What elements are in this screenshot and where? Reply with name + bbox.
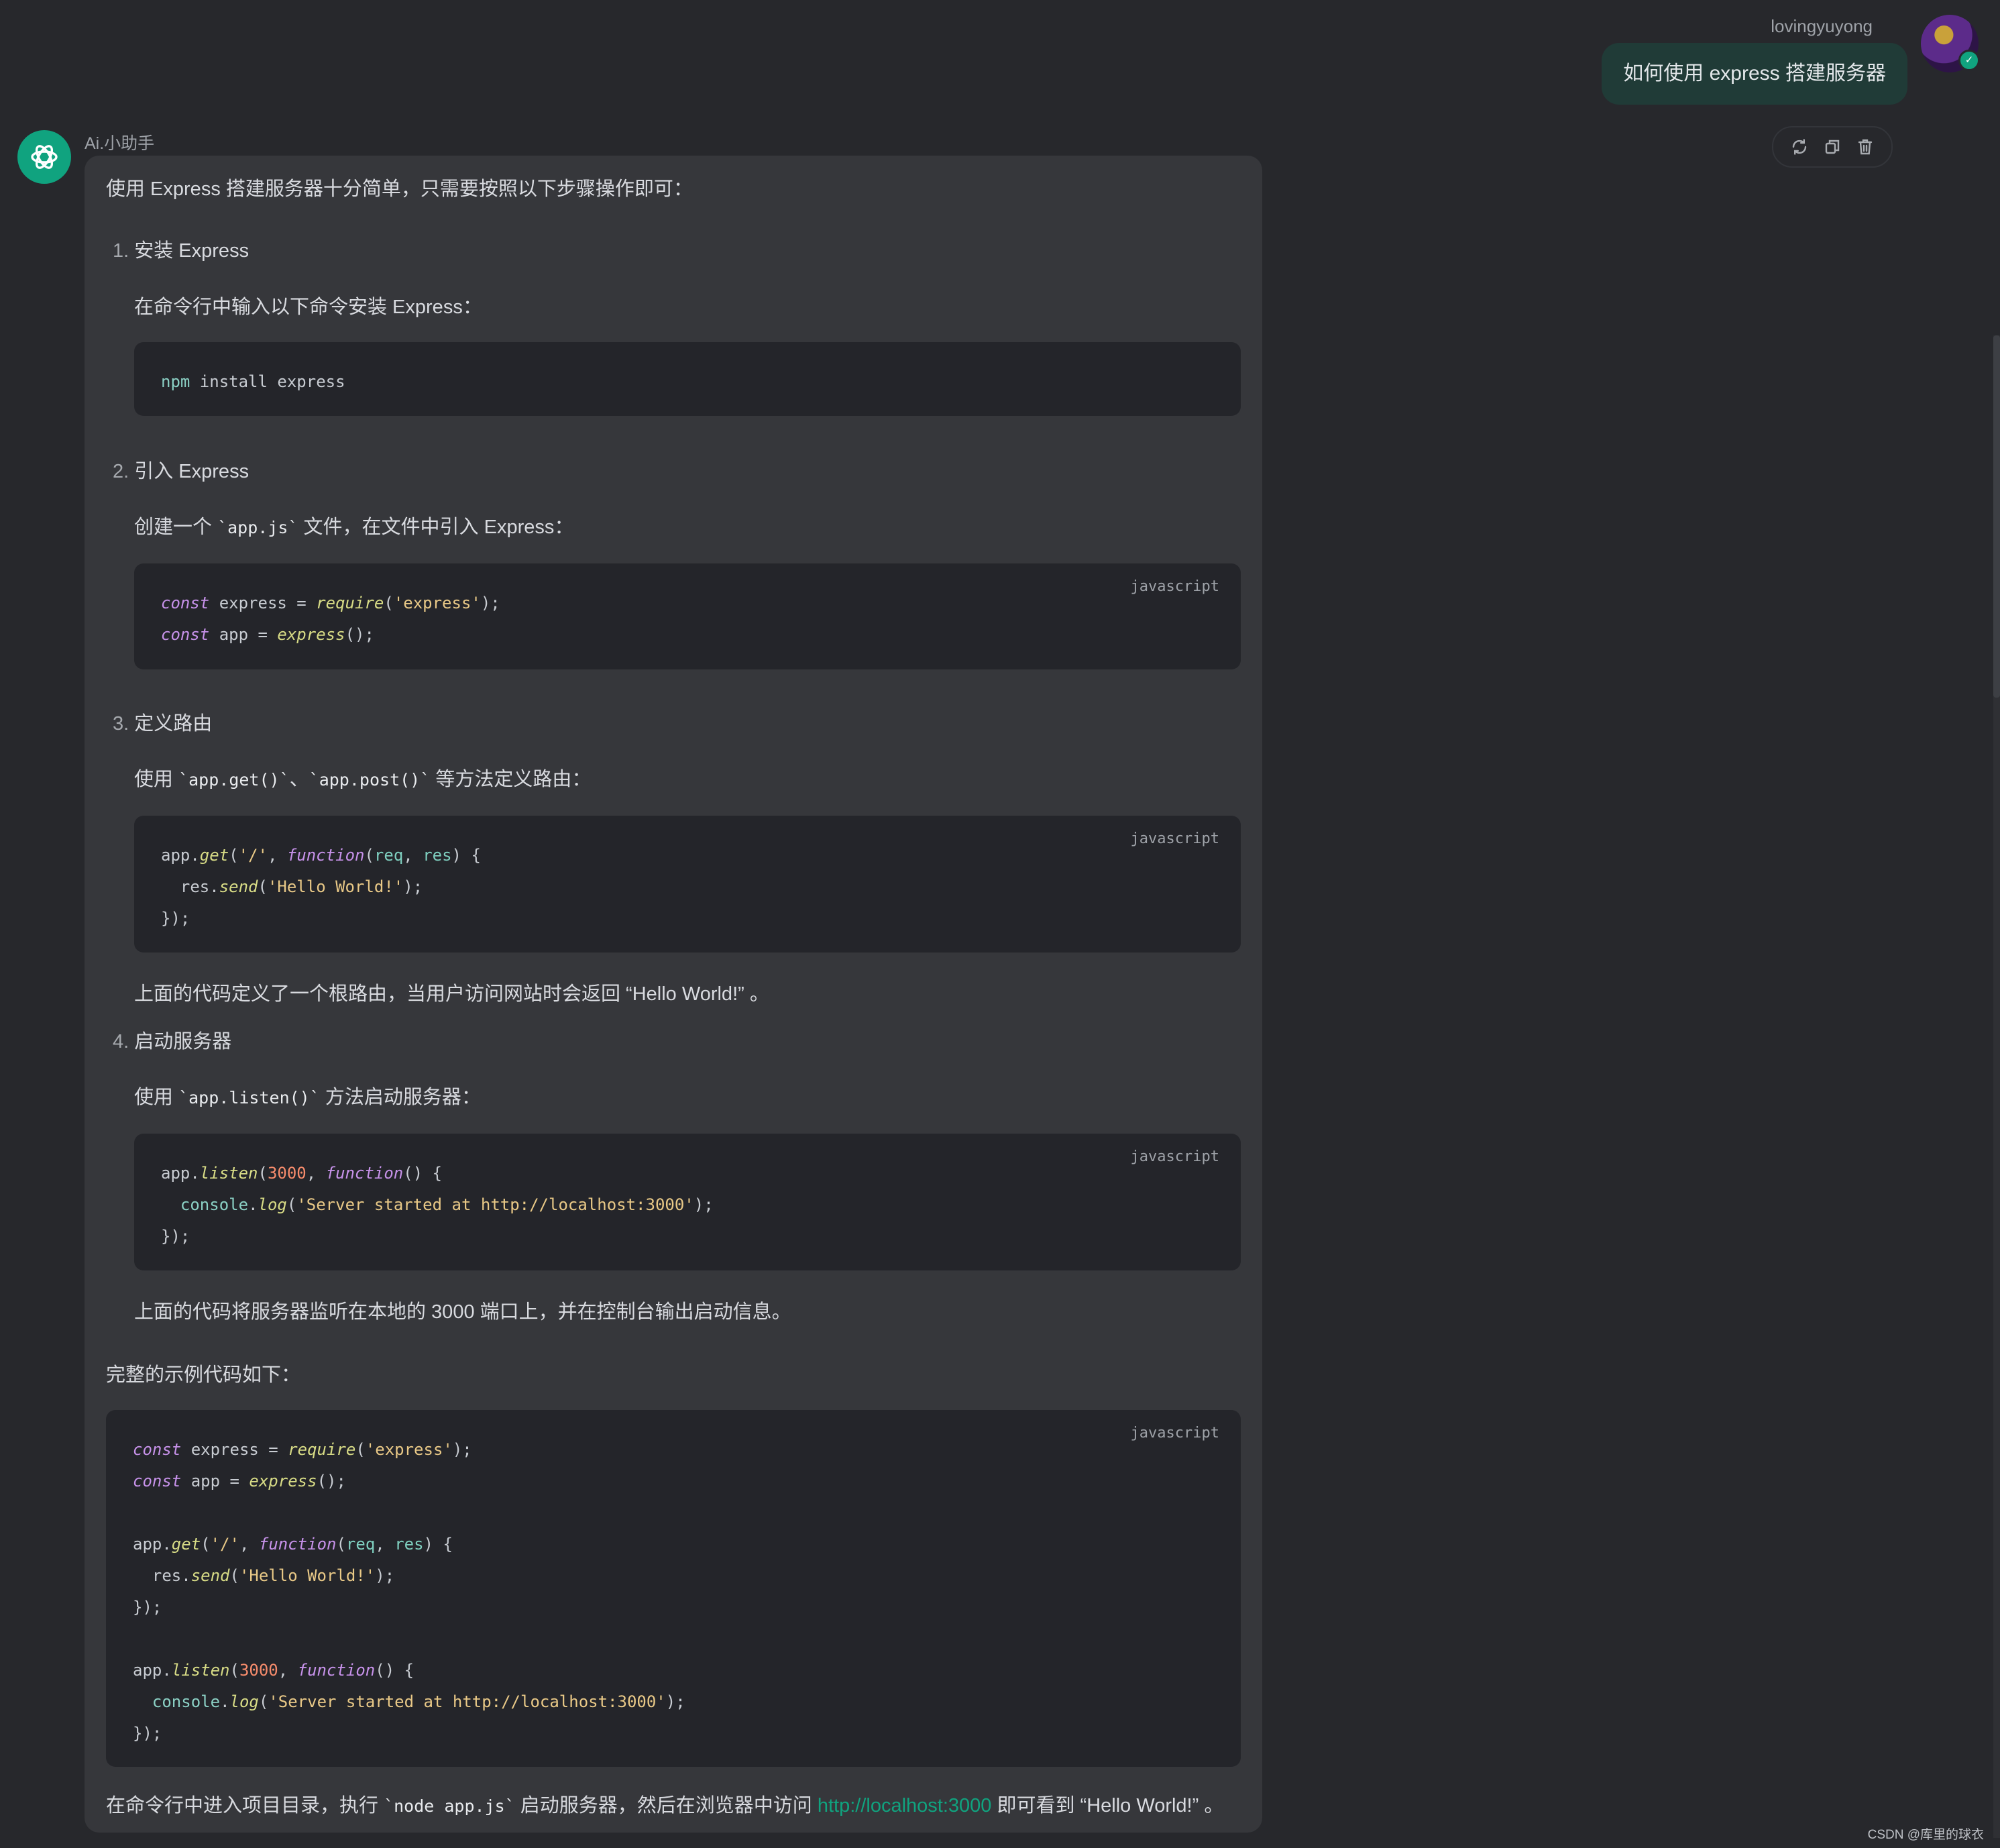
step-4-desc: 使用 `app.listen()` 方法启动服务器： <box>134 1081 481 1109</box>
step-3-desc-pre: 使用 <box>134 769 179 790</box>
step-3-desc-code-1: `app.get()` <box>178 770 290 790</box>
code-lang-label: javascript <box>1130 1425 1219 1442</box>
final-text-post: 即可看到 “Hello World!” 。 <box>991 1795 1224 1816</box>
step-1-label: 安装 Express <box>134 240 249 262</box>
step-4-desc-post: 方法启动服务器： <box>319 1087 481 1108</box>
message-actions <box>1772 126 1893 168</box>
full-example-label: 完整的示例代码如下： <box>106 1364 301 1386</box>
code-require: const express = require('express'); cons… <box>161 594 500 644</box>
copy-icon[interactable] <box>1822 136 1843 158</box>
code-block-require[interactable]: javascript const express = require('expr… <box>134 563 1241 669</box>
code-full: const express = require('express'); cons… <box>133 1440 685 1743</box>
step-2-label: 引入 Express <box>134 461 249 482</box>
verified-icon: ✓ <box>1958 50 1980 71</box>
code-lang-label: javascript <box>1130 830 1219 847</box>
step-2-desc-post: 文件，在文件中引入 Express： <box>298 517 574 538</box>
step-2-desc-code: `app.js` <box>217 518 298 537</box>
step-3-desc: 使用 `app.get()`、`app.post()` 等方法定义路由： <box>134 763 591 792</box>
step-4-desc-pre: 使用 <box>134 1087 179 1108</box>
user-message: 如何使用 express 搭建服务器 <box>1602 43 1907 105</box>
user-avatar[interactable]: ✓ <box>1921 15 1980 72</box>
step-3-after: 上面的代码定义了一个根路由，当用户访问网站时会返回 “Hello World!”… <box>134 983 769 1005</box>
code-lang-label: javascript <box>1130 578 1219 595</box>
step-2-number: 2. <box>113 461 129 482</box>
openai-logo-icon <box>17 130 71 184</box>
step-2-title: 2. 引入 Express <box>113 455 249 484</box>
code-block-route[interactable]: javascript app.get('/', function(req, re… <box>134 816 1241 953</box>
step-4-after: 上面的代码将服务器监听在本地的 3000 端口上，并在控制台输出启动信息。 <box>134 1301 791 1323</box>
final-text: 在命令行中进入项目目录，执行 `node app.js` 启动服务器，然后在浏览… <box>106 1790 1223 1818</box>
code-listen: app.listen(3000, function() { console.lo… <box>161 1164 714 1246</box>
assistant-name: Ai.小助手 <box>85 134 155 153</box>
step-3-title: 3. 定义路由 <box>113 708 212 736</box>
step-4-label: 启动服务器 <box>134 1031 232 1052</box>
code-lang-label: javascript <box>1130 1148 1219 1165</box>
user-name: lovingyuyong <box>1771 16 1873 36</box>
final-text-pre: 在命令行中进入项目目录，执行 <box>106 1795 384 1816</box>
code-route: app.get('/', function(req, res) { res.se… <box>161 846 481 928</box>
step-3-desc-post: 等方法定义路由： <box>430 769 592 790</box>
localhost-link[interactable]: http://localhost:3000 <box>818 1795 992 1816</box>
refresh-icon[interactable] <box>1789 136 1810 158</box>
code-block-listen[interactable]: javascript app.listen(3000, function() {… <box>134 1134 1241 1270</box>
step-3-label: 定义路由 <box>134 713 213 735</box>
watermark: CSDN @库里的球衣 <box>1867 1828 1984 1842</box>
step-2-desc: 创建一个 `app.js` 文件，在文件中引入 Express： <box>134 511 573 539</box>
final-text-code: `node app.js` <box>384 1796 515 1816</box>
intro-text: 使用 Express 搭建服务器十分简单，只需要按照以下步骤操作即可： <box>106 178 693 200</box>
step-3-desc-mid: 、 <box>289 769 309 790</box>
step-4-desc-code: `app.listen()` <box>178 1088 320 1107</box>
final-text-mid: 启动服务器，然后在浏览器中访问 <box>514 1795 818 1816</box>
step-1-number: 1. <box>113 240 129 262</box>
step-2-desc-pre: 创建一个 <box>134 517 218 538</box>
assistant-message: 使用 Express 搭建服务器十分简单，只需要按照以下步骤操作即可： 1. 安… <box>85 156 1262 1833</box>
step-1-desc: 在命令行中输入以下命令安装 Express： <box>134 296 482 318</box>
code-install: npm install express <box>161 372 345 391</box>
step-4-number: 4. <box>113 1031 129 1052</box>
scrollbar-thumb[interactable] <box>1993 335 2000 698</box>
delete-icon[interactable] <box>1854 136 1876 158</box>
step-3-desc-code-2: `app.post()` <box>309 770 431 790</box>
step-1-title: 1. 安装 Express <box>113 235 249 263</box>
code-block-full[interactable]: javascript const express = require('expr… <box>106 1410 1241 1767</box>
step-3-number: 3. <box>113 713 129 735</box>
step-4-title: 4. 启动服务器 <box>113 1026 231 1054</box>
code-block-install[interactable]: npm install express <box>134 342 1241 416</box>
